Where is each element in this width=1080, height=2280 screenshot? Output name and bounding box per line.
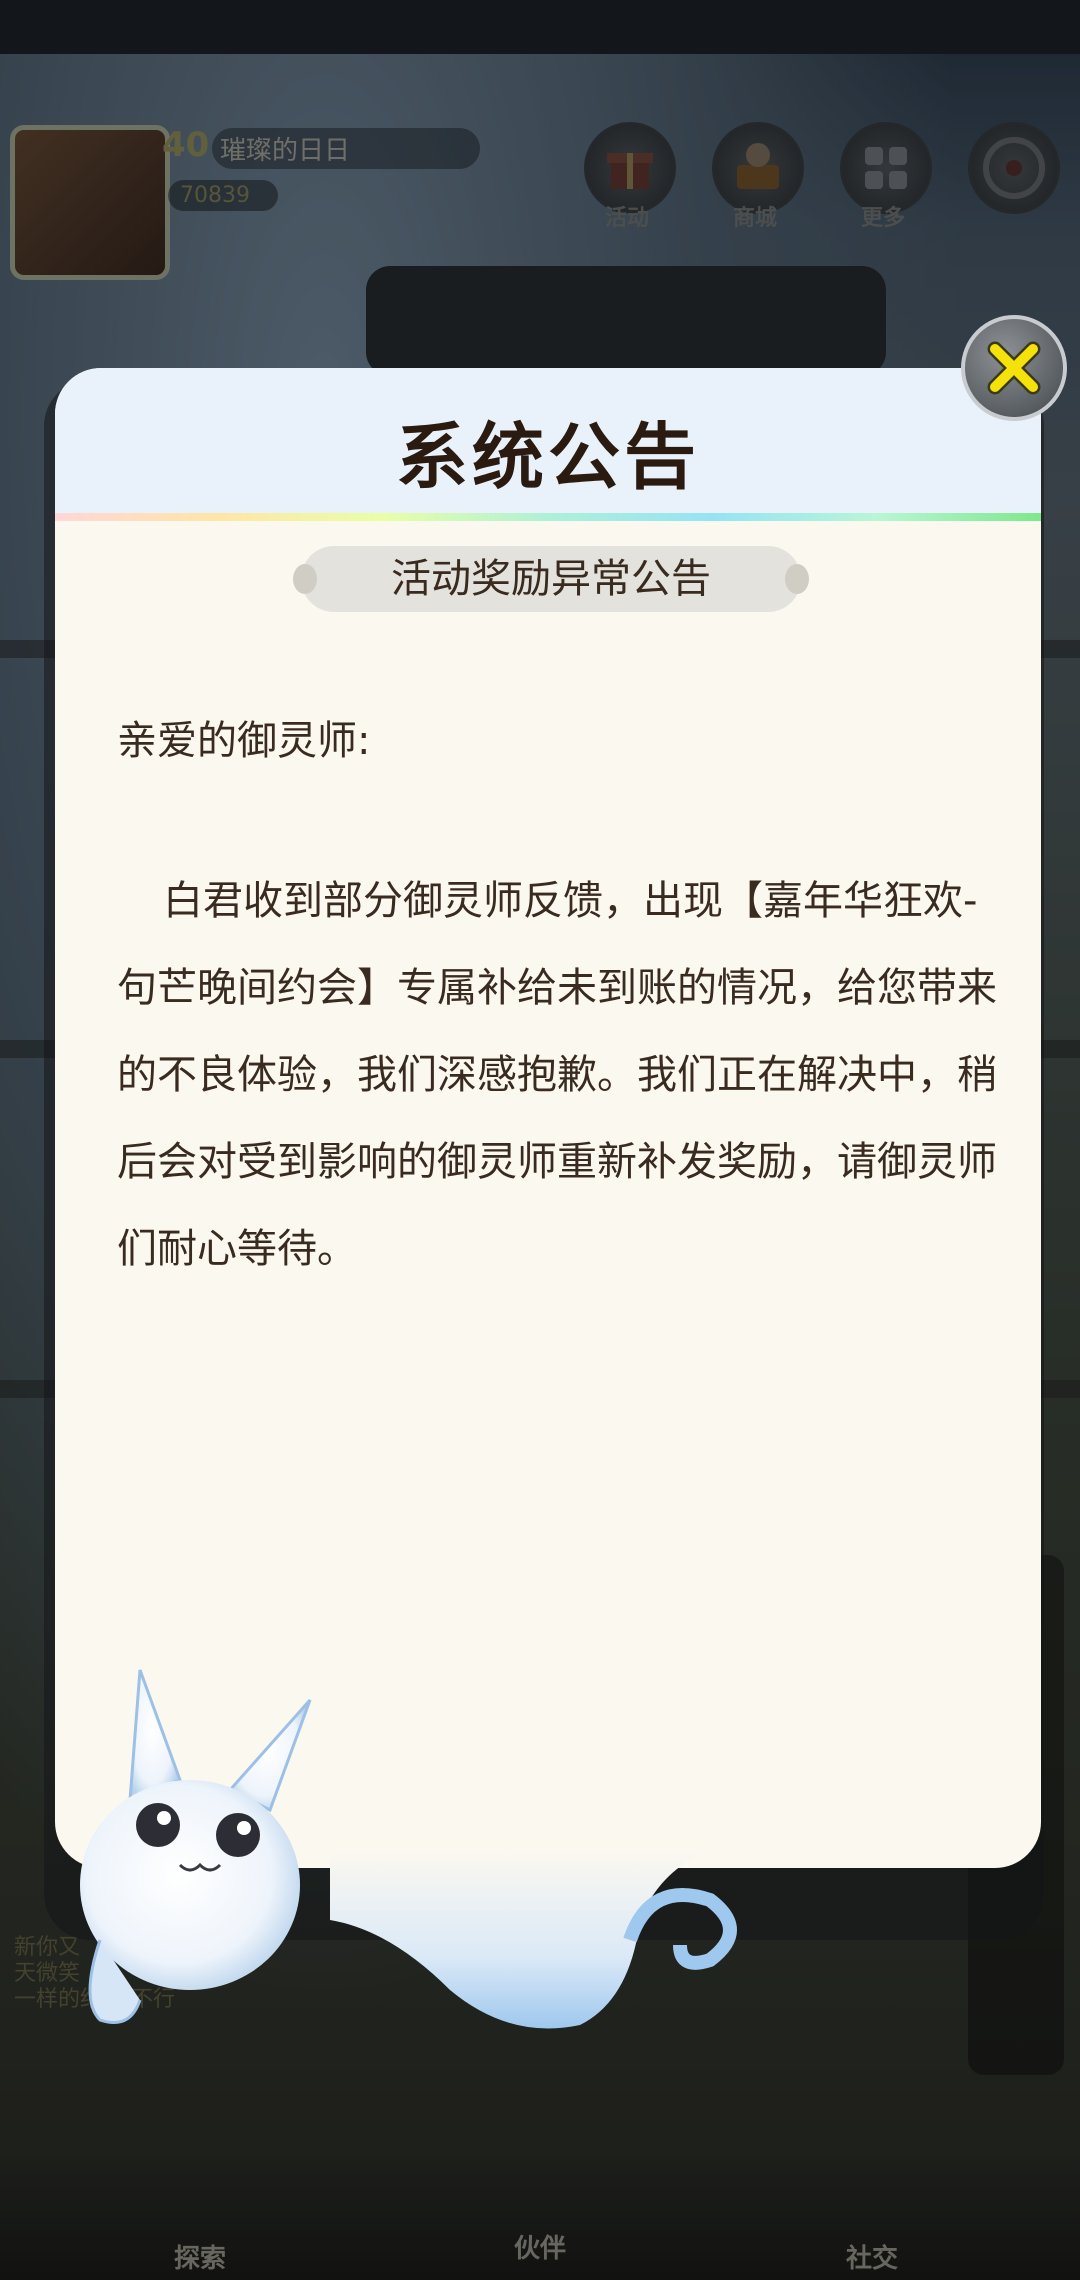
dialog-title: 系统公告 <box>395 414 700 499</box>
header-divider <box>55 513 1041 521</box>
notice-body-text: 白君收到部分御灵师反馈，出现【嘉年华狂欢-句芒晚间约会】专属补给未到账的情况，给… <box>117 878 997 1272</box>
notice-subtitle: 活动奖励异常公告 <box>293 546 809 612</box>
notice-body[interactable]: 白君收到部分御灵师反馈，出现【嘉年华狂欢-句芒晚间约会】专属补给未到账的情况，给… <box>117 858 1017 1293</box>
close-button[interactable] <box>961 315 1067 421</box>
dialog-header: 系统公告 <box>55 368 1041 513</box>
notice-greeting: 亲爱的御灵师: <box>117 718 371 764</box>
close-icon <box>987 341 1041 395</box>
announcement-dialog: 系统公告 活动奖励异常公告 亲爱的御灵师: 白君收到部分御灵师反馈，出现【嘉年华… <box>55 368 1041 1868</box>
mascot-spirit-icon <box>80 1669 312 2024</box>
dialog-tail-decoration <box>330 1850 737 2029</box>
